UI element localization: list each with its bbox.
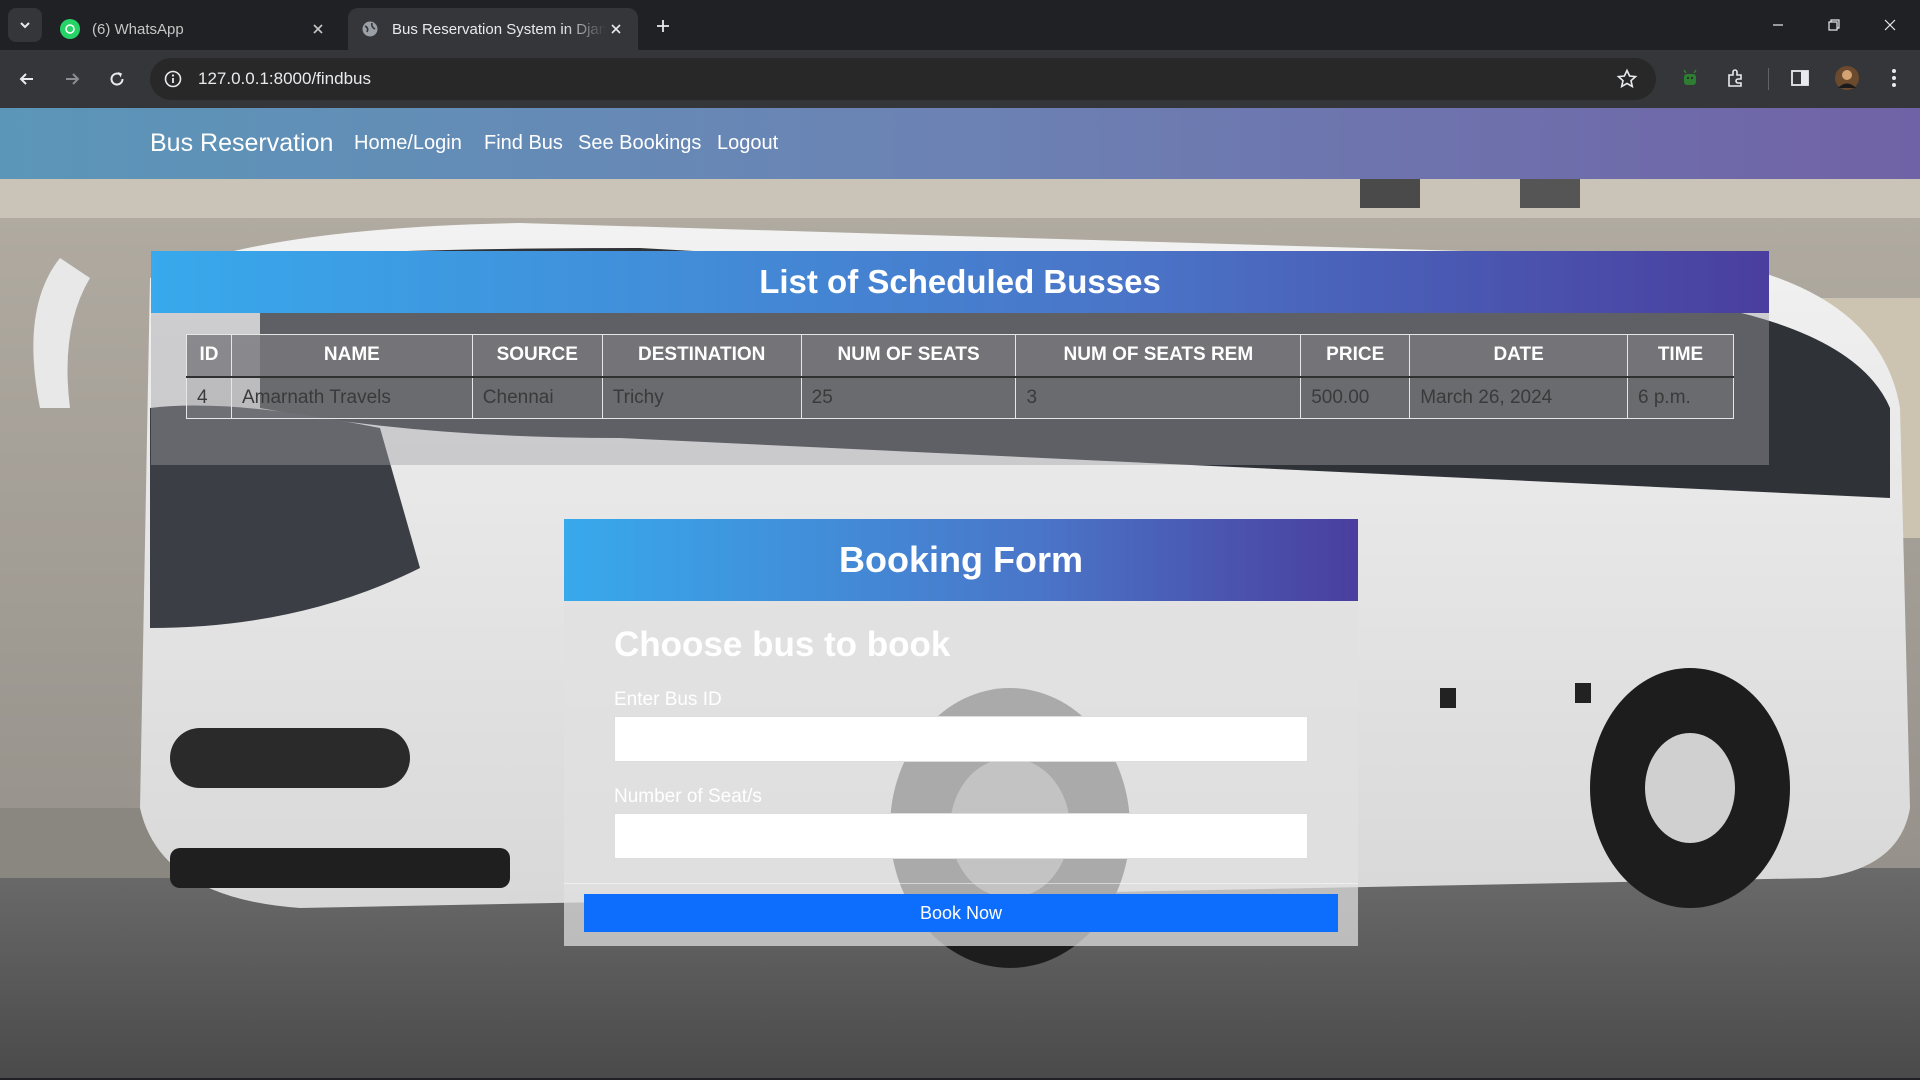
puzzle-icon[interactable] (1722, 64, 1750, 92)
booking-form-title: Booking Form (564, 519, 1358, 601)
booking-form-card: Booking Form Choose bus to book Enter Bu… (564, 519, 1358, 946)
cell-num-of-seats-rem: 3 (1015, 376, 1302, 419)
brand-link[interactable]: Bus Reservation (150, 129, 333, 158)
table-row: 4 Amarnath Travels Chennai Trichy 25 3 5… (186, 376, 1734, 419)
cell-num-of-seats: 25 (800, 376, 1017, 419)
site-navbar: Bus Reservation Home/Login Find Bus See … (0, 108, 1920, 179)
nav-link-see-bookings[interactable]: See Bookings (578, 132, 701, 155)
column-header-time: TIME (1627, 334, 1734, 378)
column-header-price: PRICE (1300, 334, 1411, 378)
tab-whatsapp[interactable]: (6) WhatsApp (48, 8, 340, 50)
toolbar-divider (1768, 68, 1769, 90)
browser-tabstrip: (6) WhatsApp Bus Reservation System in D… (0, 0, 1920, 50)
book-now-button[interactable]: Book Now (584, 894, 1338, 932)
tab-title: (6) WhatsApp (92, 20, 184, 38)
column-header-id: ID (186, 334, 232, 378)
seats-label: Number of Seat/s (614, 786, 762, 807)
nav-link-find-bus[interactable]: Find Bus (484, 132, 563, 155)
minimize-icon (1773, 24, 1783, 26)
back-button[interactable] (12, 64, 42, 94)
form-footer-divider (564, 883, 1358, 884)
tab-search-button[interactable] (8, 8, 42, 42)
bus-list-card: List of Scheduled Busses ID NAME SOURCE … (151, 251, 1769, 465)
tab-bus-reservation[interactable]: Bus Reservation System in Django (348, 8, 638, 50)
close-icon (1884, 19, 1896, 31)
minimize-button[interactable] (1750, 0, 1806, 50)
column-header-date: DATE (1409, 334, 1629, 378)
reload-button[interactable] (102, 64, 132, 94)
browser-toolbar: 127.0.0.1:8000/findbus (0, 50, 1920, 108)
extension-android-icon[interactable] (1676, 64, 1704, 92)
chevron-down-icon (20, 22, 30, 29)
column-header-num-of-seats-rem: NUM OF SEATS REM (1015, 334, 1302, 378)
close-icon[interactable] (308, 19, 328, 39)
bus-table: ID NAME SOURCE DESTINATION NUM OF SEATS … (186, 334, 1734, 419)
page-viewport: Bus Reservation Home/Login Find Bus See … (0, 108, 1920, 1078)
nav-link-home-login[interactable]: Home/Login (354, 132, 462, 155)
side-panel-icon[interactable] (1786, 64, 1814, 92)
cell-time: 6 p.m. (1627, 376, 1734, 419)
restore-button[interactable] (1806, 0, 1862, 50)
bus-id-label: Enter Bus ID (614, 689, 722, 710)
cell-id: 4 (186, 376, 232, 419)
close-icon[interactable] (606, 19, 626, 39)
avatar[interactable] (1833, 64, 1861, 92)
plus-icon (657, 20, 669, 32)
cell-date: March 26, 2024 (1409, 376, 1629, 419)
cell-source: Chennai (471, 376, 603, 419)
whatsapp-icon (60, 19, 80, 39)
more-menu-icon[interactable] (1880, 64, 1908, 92)
address-bar[interactable]: 127.0.0.1:8000/findbus (150, 58, 1656, 100)
restore-icon (1828, 19, 1840, 31)
site-info-icon[interactable] (162, 68, 184, 90)
cell-price: 500.00 (1300, 376, 1411, 419)
seats-input[interactable] (614, 813, 1308, 859)
reload-icon (110, 72, 124, 86)
table-header-row: ID NAME SOURCE DESTINATION NUM OF SEATS … (186, 334, 1734, 378)
booking-form-subtitle: Choose bus to book (614, 625, 951, 664)
bus-list-title: List of Scheduled Busses (151, 251, 1769, 313)
forward-button[interactable] (57, 64, 87, 94)
tab-title: Bus Reservation System in Django (392, 20, 606, 38)
close-window-button[interactable] (1862, 0, 1918, 50)
url-text: 127.0.0.1:8000/findbus (198, 69, 371, 88)
column-header-num-of-seats: NUM OF SEATS (800, 334, 1017, 378)
globe-icon (360, 19, 380, 39)
column-header-name: NAME (230, 334, 473, 378)
cell-name: Amarnath Travels (230, 376, 473, 419)
arrow-left-icon (19, 73, 33, 85)
nav-link-logout[interactable]: Logout (717, 132, 778, 155)
star-icon[interactable] (1616, 68, 1638, 90)
cell-destination: Trichy (601, 376, 802, 419)
column-header-destination: DESTINATION (601, 334, 802, 378)
new-tab-button[interactable] (650, 13, 676, 39)
bus-id-input[interactable] (614, 716, 1308, 762)
arrow-right-icon (66, 73, 80, 85)
column-header-source: SOURCE (471, 334, 603, 378)
